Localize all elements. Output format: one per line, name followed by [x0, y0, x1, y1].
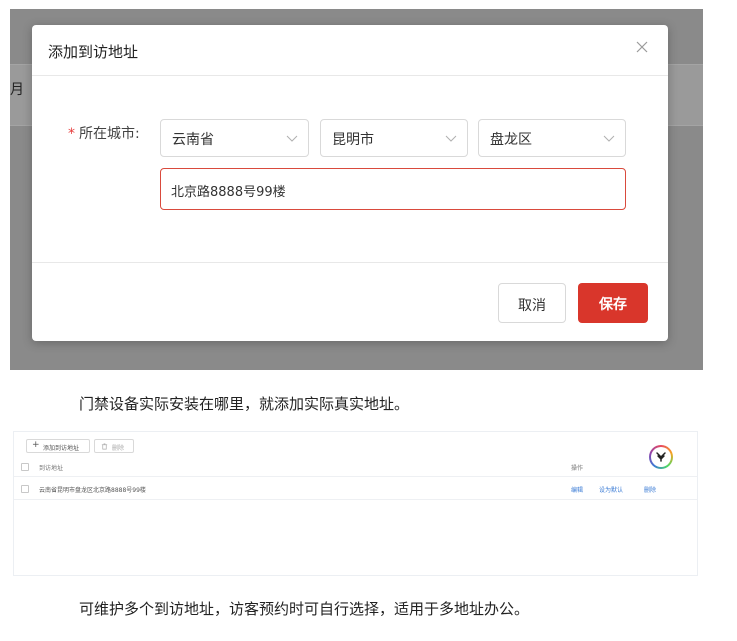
- save-button-label: 保存: [599, 297, 627, 313]
- caption-multi-address: 可维护多个到访地址，访客预约时可自行选择，适用于多地址办公。: [79, 600, 530, 618]
- dialog-header: 添加到访地址: [32, 25, 668, 76]
- select-all-checkbox[interactable]: [21, 463, 29, 471]
- cancel-button[interactable]: 取消: [498, 283, 566, 323]
- add-address-dialog: 添加到访地址 * 所在城市: 云南省 昆明市 盘龙区 北京路8888号99楼 取消…: [32, 25, 668, 341]
- row-address: 云南省昆明市盘龙区北京路8888号99楼: [39, 487, 146, 494]
- caption-install-location: 门禁设备实际安装在哪里，就添加实际真实地址。: [79, 395, 410, 413]
- column-header-action: 操作: [571, 465, 584, 472]
- chevron-down-icon: [286, 135, 298, 142]
- dialog-screenshot: 月 添加到访地址 * 所在城市: 云南省 昆明市 盘龙区 北京路8888号99楼 …: [10, 9, 703, 370]
- province-select[interactable]: 云南省: [160, 119, 309, 157]
- required-mark: *: [68, 126, 75, 142]
- chevron-down-icon: [603, 135, 615, 142]
- background-text: 月: [10, 82, 24, 98]
- city-value: 昆明市: [332, 132, 374, 148]
- add-address-label: 添加到访地址: [43, 445, 80, 452]
- save-button[interactable]: 保存: [578, 283, 648, 323]
- district-select[interactable]: 盘龙区: [478, 119, 626, 157]
- brand-logo: [649, 445, 673, 469]
- batch-delete-button[interactable]: 删除: [94, 439, 134, 453]
- city-label-text: 所在城市:: [79, 126, 140, 142]
- trash-icon: [101, 443, 108, 450]
- row-divider: [14, 499, 697, 500]
- district-value: 盘龙区: [490, 132, 532, 148]
- column-header-address: 到访地址: [39, 465, 64, 472]
- city-select[interactable]: 昆明市: [320, 119, 468, 157]
- set-default-link[interactable]: 设为默认: [599, 485, 623, 494]
- address-input[interactable]: 北京路8888号99楼: [160, 168, 626, 210]
- edit-link[interactable]: 编辑: [571, 485, 583, 494]
- table-row: 云南省昆明市盘龙区北京路8888号99楼 编辑 设为默认 删除: [14, 477, 697, 499]
- dialog-title: 添加到访地址: [48, 43, 139, 61]
- address-input-value: 北京路8888号99楼: [171, 185, 286, 200]
- dialog-divider: [32, 262, 668, 263]
- add-address-button[interactable]: + 添加到访地址: [26, 439, 90, 453]
- address-list-screenshot: + 添加到访地址 删除 到访地址 操作 云南省昆明市盘龙区北京路8888号99楼…: [13, 431, 698, 576]
- plus-icon: +: [32, 440, 40, 450]
- delete-link[interactable]: 删除: [644, 485, 656, 494]
- province-value: 云南省: [172, 132, 214, 148]
- batch-delete-label: 删除: [112, 445, 125, 452]
- row-checkbox[interactable]: [21, 485, 29, 493]
- cancel-button-label: 取消: [518, 298, 546, 314]
- chevron-down-icon: [445, 135, 457, 142]
- close-icon[interactable]: [636, 37, 648, 58]
- city-field-label: * 所在城市:: [68, 123, 140, 143]
